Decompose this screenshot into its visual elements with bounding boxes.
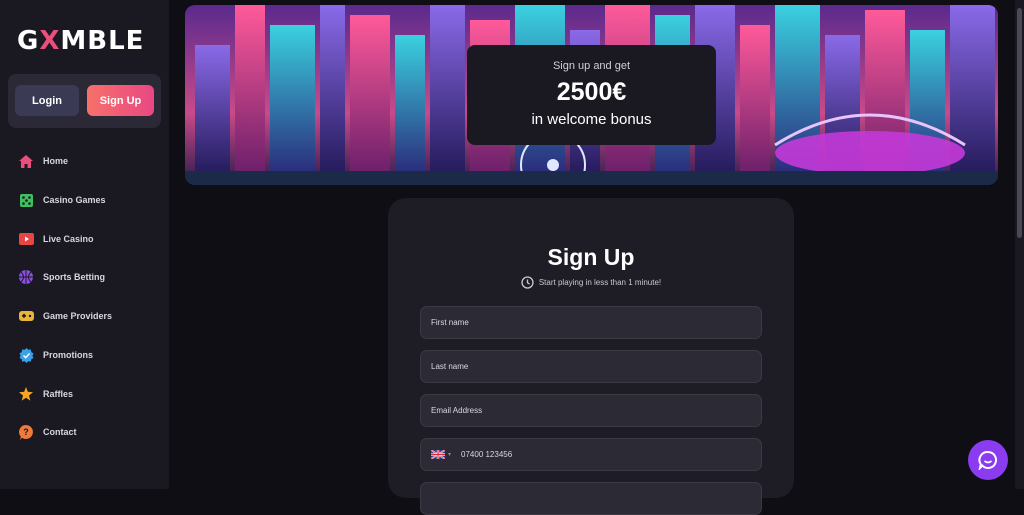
chat-bubble-icon (978, 451, 997, 470)
page-scrollbar[interactable] (1015, 0, 1024, 489)
play-icon (18, 231, 34, 247)
sidebar-item-label: Home (43, 156, 69, 166)
logo[interactable]: GXMBLE (17, 26, 144, 56)
basketball-icon (18, 269, 34, 285)
phone-placeholder: 07400 123456 (461, 450, 513, 459)
sidebar-item-label: Game Providers (43, 311, 113, 321)
sidebar-item-label: Casino Games (43, 195, 106, 205)
home-icon (18, 153, 34, 169)
sidebar-item-casino-games[interactable]: Casino Games (18, 190, 106, 210)
star-icon (18, 386, 34, 402)
sidebar-item-sports-betting[interactable]: Sports Betting (18, 267, 105, 287)
sidebar-item-raffles[interactable]: Raffles (18, 384, 73, 404)
first-name-field[interactable]: First name (420, 306, 762, 339)
signup-card: Sign Up Start playing in less than 1 min… (388, 198, 794, 515)
next-field[interactable] (420, 482, 762, 515)
signup-button[interactable]: Sign Up (87, 85, 154, 116)
sidebar-item-home[interactable]: Home (18, 151, 68, 171)
logo-text-start: G (17, 26, 40, 56)
clock-icon (521, 276, 534, 289)
logo-x: X (39, 26, 61, 56)
email-field[interactable]: Email Address (420, 394, 762, 427)
badge-check-icon (18, 347, 34, 363)
sidebar-item-label: Promotions (43, 350, 94, 360)
country-caret-icon[interactable]: ▾ (448, 451, 451, 458)
promo-amount: 2500€ (556, 78, 627, 106)
gamepad-icon (18, 308, 34, 324)
signup-subtitle: Start playing in less than 1 minute! (388, 276, 794, 289)
first-name-placeholder: First name (431, 318, 469, 327)
help-icon: ? (18, 424, 34, 440)
email-placeholder: Email Address (431, 406, 483, 415)
dice-icon (18, 192, 34, 208)
signup-subtitle-text: Start playing in less than 1 minute! (538, 278, 662, 287)
promo-line-1: Sign up and get (552, 60, 631, 72)
svg-text:?: ? (23, 427, 29, 437)
scrollbar-thumb[interactable] (1017, 8, 1022, 238)
promo-line-3: in welcome bonus (531, 111, 652, 128)
logo-text-end: MBLE (60, 26, 145, 56)
sidebar-item-label: Sports Betting (43, 272, 105, 282)
sidebar: GXMBLE Login Sign Up Home Casino Games L… (0, 0, 169, 489)
promo-banner[interactable]: Sign up and get 2500€ in welcome bonus (185, 5, 998, 185)
sidebar-item-live-casino[interactable]: Live Casino (18, 229, 94, 249)
last-name-field[interactable]: Last name (420, 350, 762, 383)
sidebar-item-label: Contact (43, 427, 77, 437)
sidebar-item-promotions[interactable]: Promotions (18, 345, 93, 365)
last-name-placeholder: Last name (431, 362, 469, 371)
sidebar-item-label: Raffles (43, 389, 74, 399)
welcome-bonus-box: Sign up and get 2500€ in welcome bonus (467, 45, 716, 145)
phone-field[interactable]: ▾ 07400 123456 (420, 438, 762, 471)
auth-box: Login Sign Up (8, 74, 161, 128)
chat-button[interactable] (968, 440, 1008, 480)
sidebar-item-game-providers[interactable]: Game Providers (18, 306, 112, 326)
uk-flag-icon[interactable] (431, 450, 445, 459)
sidebar-item-contact[interactable]: ? Contact (18, 422, 77, 442)
login-button[interactable]: Login (15, 85, 79, 116)
sidebar-item-label: Live Casino (43, 234, 94, 244)
signup-title: Sign Up (547, 244, 635, 270)
